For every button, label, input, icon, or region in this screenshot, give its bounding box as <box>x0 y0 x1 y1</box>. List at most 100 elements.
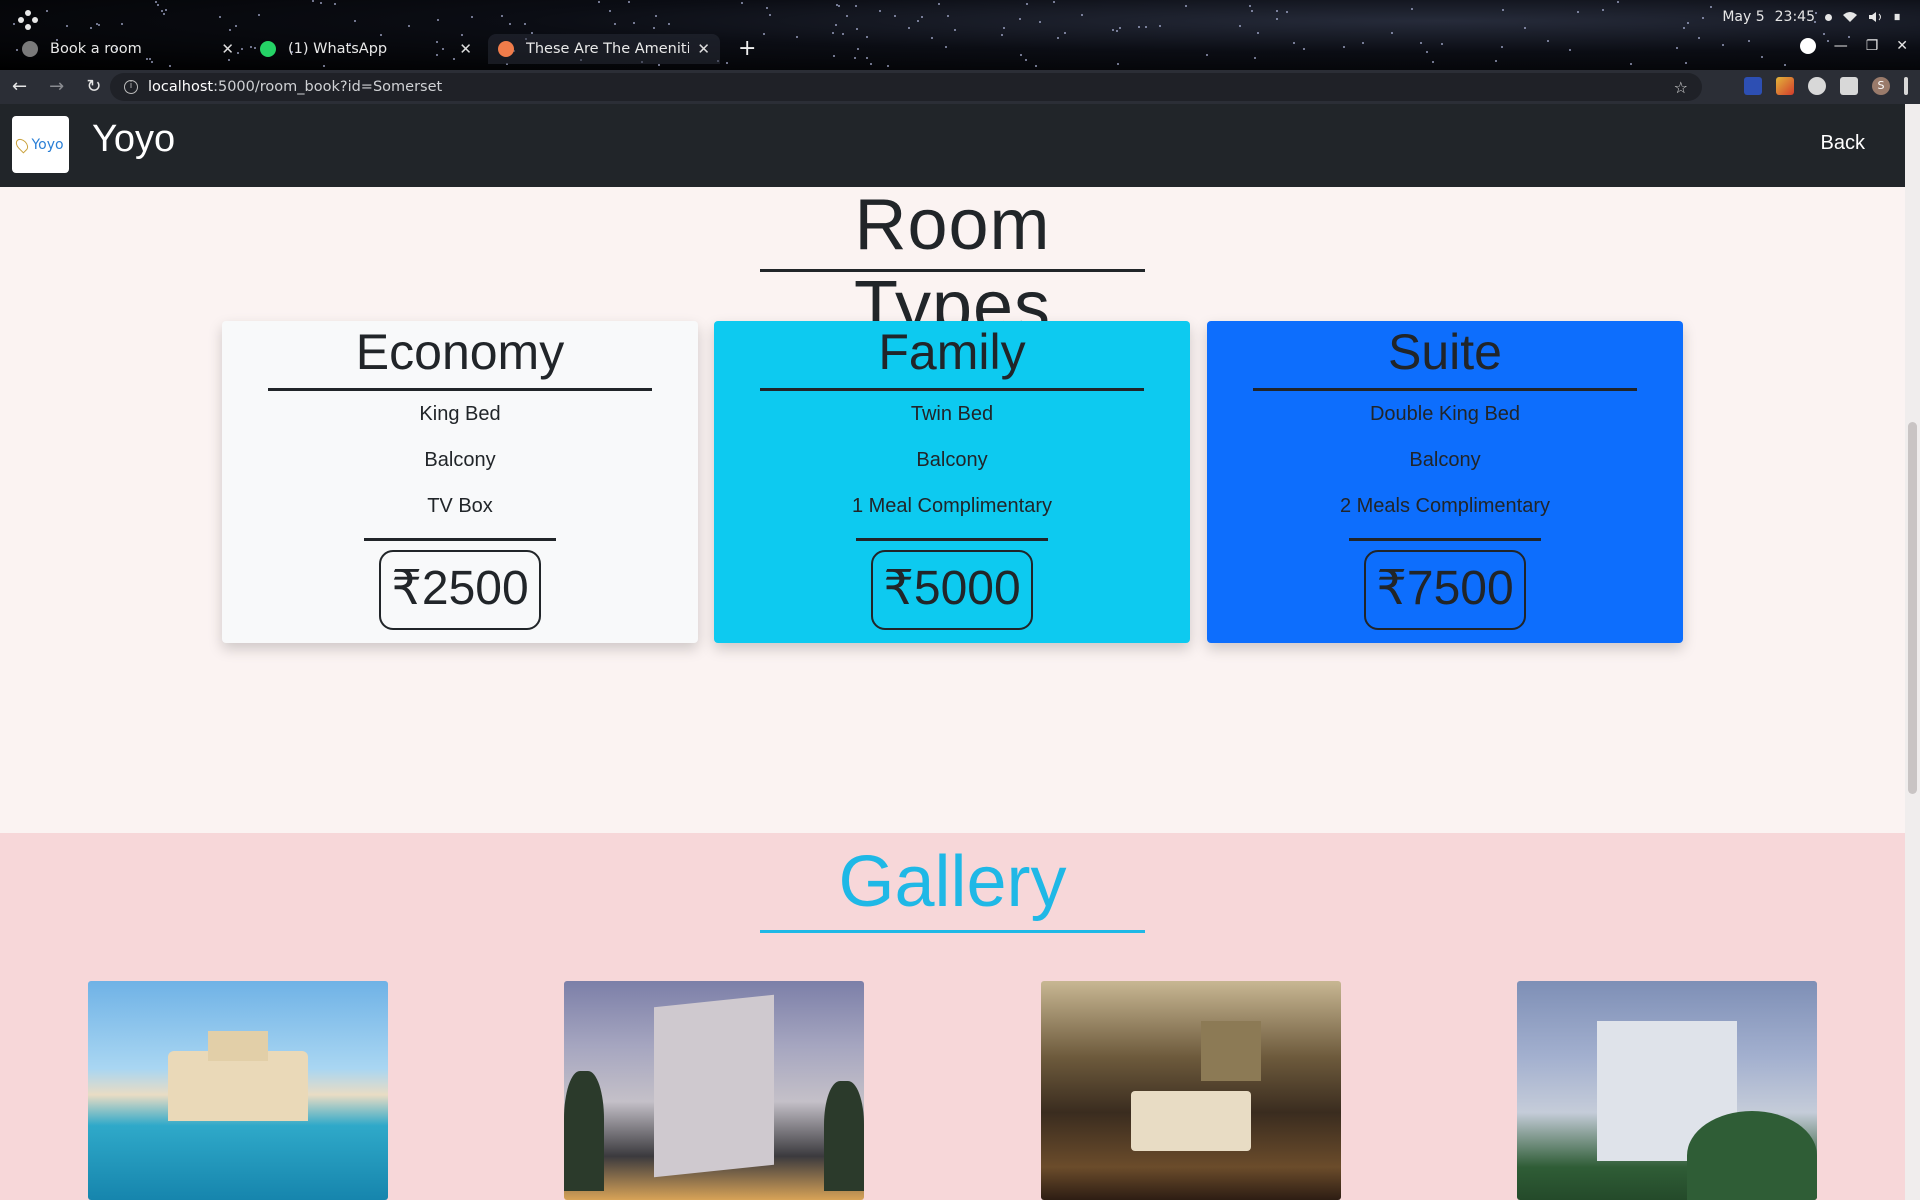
star-dot <box>235 25 237 27</box>
star-dot <box>769 14 771 16</box>
star-dot <box>1257 32 1259 34</box>
room-name: Suite <box>1388 324 1502 380</box>
site-favicon-icon <box>498 41 514 57</box>
star-dot <box>1411 8 1413 10</box>
star-dot <box>66 25 68 27</box>
star-dot <box>1020 54 1022 56</box>
star-dot <box>1064 32 1066 34</box>
puzzle-icon[interactable] <box>1840 77 1858 95</box>
star-dot <box>1239 25 1241 27</box>
star-dot <box>1685 62 1687 64</box>
minimize-icon[interactable]: — <box>1834 38 1848 54</box>
star-dot <box>628 1 630 3</box>
star-dot <box>1426 51 1428 53</box>
star-dot <box>832 32 834 34</box>
gallery-heading: Gallery <box>838 842 1067 922</box>
room-price[interactable]: ₹5000 <box>871 550 1033 630</box>
reload-icon[interactable]: ↻ <box>86 76 101 97</box>
star-dot <box>835 24 837 26</box>
star-dot <box>98 24 100 26</box>
tab-search-icon[interactable] <box>1799 38 1816 54</box>
divider <box>760 388 1144 391</box>
tab-title: These Are The Amenities I <box>526 41 690 57</box>
star-dot <box>1026 3 1028 5</box>
star-dot <box>763 33 765 35</box>
star-dot <box>1249 5 1251 7</box>
browser-toolbar: ← → ↻ i localhost :5000/room_book?id=Som… <box>0 70 1920 104</box>
star-dot <box>1362 42 1364 44</box>
new-tab-plus-icon[interactable]: + <box>738 36 756 61</box>
navigation-buttons: ← → ↻ <box>12 76 101 97</box>
profile-avatar-icon[interactable]: S <box>1872 77 1890 95</box>
restore-icon[interactable]: ❐ <box>1866 38 1879 54</box>
room-feature: 1 Meal Complimentary <box>851 495 1053 517</box>
bookmark-star-icon[interactable]: ☆ <box>1674 78 1688 97</box>
extension-icon[interactable] <box>1776 77 1794 95</box>
close-icon[interactable]: ✕ <box>697 40 710 58</box>
star-dot <box>1748 40 1750 42</box>
star-dot <box>653 27 655 29</box>
star-dot <box>658 64 660 66</box>
star-dot <box>471 16 473 18</box>
back-arrow-icon[interactable]: ← <box>12 76 27 97</box>
close-icon[interactable]: ✕ <box>459 40 472 58</box>
star-dot <box>90 27 92 29</box>
extension-icon[interactable] <box>1744 77 1762 95</box>
star-dot <box>1710 6 1712 8</box>
star-dot <box>1683 27 1685 29</box>
room-card-suite[interactable]: Suite Double King Bed Balcony 2 Meals Co… <box>1207 321 1683 643</box>
tab-amenities[interactable]: These Are The Amenities I ✕ <box>488 34 720 64</box>
room-card-family[interactable]: Family Twin Bed Balcony 1 Meal Complimen… <box>714 321 1190 643</box>
star-dot <box>354 20 356 22</box>
scrollbar-thumb[interactable] <box>1908 422 1917 794</box>
address-bar[interactable]: i localhost :5000/room_book?id=Somerset … <box>110 73 1702 101</box>
star-dot <box>1119 27 1121 29</box>
room-feature: Balcony <box>1409 449 1481 471</box>
star-dot <box>887 65 889 67</box>
hotel-room-image[interactable] <box>1041 981 1341 1200</box>
os-activities-icon[interactable] <box>18 10 38 30</box>
star-dot <box>1293 42 1295 44</box>
star-dot <box>1145 26 1147 28</box>
beach-hotel-image[interactable] <box>88 981 388 1200</box>
map-pin-icon <box>13 136 31 153</box>
menu-kebab-icon[interactable] <box>1904 77 1908 95</box>
star-dot <box>1003 27 1005 29</box>
star-dot <box>856 28 858 30</box>
room-feature: Double King Bed <box>1369 403 1521 425</box>
room-card-economy[interactable]: Economy King Bed Balcony TV Box ₹2500 <box>222 321 698 643</box>
close-window-icon[interactable]: ✕ <box>1896 38 1908 54</box>
site-info-icon[interactable]: i <box>124 80 138 94</box>
brand-name[interactable]: Yoyo <box>92 118 175 161</box>
city-hotel-image[interactable] <box>1517 981 1817 1200</box>
star-dot <box>157 4 159 6</box>
star-dot <box>1687 22 1689 24</box>
tab-whatsapp[interactable]: (1) WhatsApp ✕ <box>250 34 482 64</box>
star-dot <box>320 2 322 4</box>
star-dot <box>879 10 881 12</box>
star-dot <box>726 62 728 64</box>
room-price[interactable]: ₹2500 <box>379 550 541 630</box>
tower-hotel-image[interactable] <box>564 981 864 1200</box>
back-link[interactable]: Back <box>1821 132 1865 155</box>
star-dot <box>1577 11 1579 13</box>
os-status-area[interactable]: May 5 23:45 <box>1722 9 1904 25</box>
star-dot <box>741 2 743 4</box>
star-dot <box>854 57 856 59</box>
star-dot <box>1441 43 1443 45</box>
star-dot <box>1138 26 1140 28</box>
brand-logo[interactable]: Yoyo <box>12 116 69 173</box>
tab-book-a-room[interactable]: Book a room ✕ <box>12 34 244 64</box>
star-dot <box>1420 42 1422 44</box>
close-icon[interactable]: ✕ <box>221 40 234 58</box>
star-dot <box>917 20 919 22</box>
globe-icon <box>22 41 38 57</box>
star-dot <box>855 5 857 7</box>
page-scrollbar[interactable] <box>1905 104 1920 1200</box>
room-feature: King Bed <box>419 403 501 425</box>
extension-gear-icon[interactable] <box>1808 77 1826 95</box>
star-dot <box>938 3 940 5</box>
forward-arrow-icon[interactable]: → <box>49 76 64 97</box>
star-dot <box>1524 27 1526 29</box>
room-price[interactable]: ₹7500 <box>1364 550 1526 630</box>
